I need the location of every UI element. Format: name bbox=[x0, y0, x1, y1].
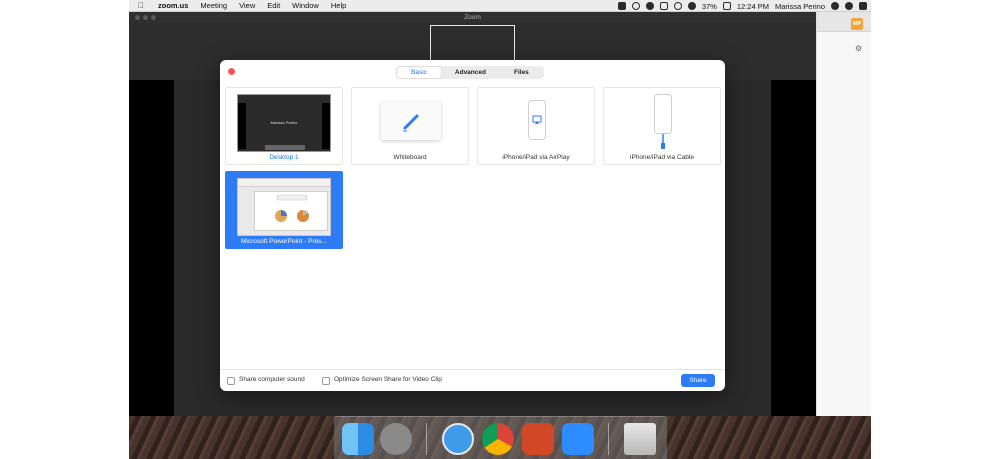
trash-icon[interactable] bbox=[624, 423, 656, 455]
close-window-icon[interactable] bbox=[135, 15, 140, 20]
source-label: iPhone/iPad via AirPlay bbox=[502, 154, 570, 161]
chrome-icon[interactable] bbox=[482, 423, 514, 455]
launchpad-icon[interactable] bbox=[380, 423, 412, 455]
thumb-participant-name: Marissa Perino bbox=[270, 120, 298, 125]
apple-menu-icon[interactable]:  bbox=[138, 1, 148, 10]
iphone-airplay-icon bbox=[528, 100, 546, 140]
tab-basic[interactable]: Basic bbox=[397, 67, 441, 78]
user-name[interactable]: Marissa Perino bbox=[775, 2, 825, 11]
thumb-letterbox-right bbox=[322, 103, 330, 149]
source-label: Desktop 1 bbox=[269, 154, 299, 161]
tab-advanced[interactable]: Advanced bbox=[441, 67, 500, 78]
share-screen-dialog: Basic Advanced Files Marissa Perino Desk… bbox=[220, 60, 725, 391]
spotlight-icon[interactable] bbox=[831, 2, 839, 10]
dialog-footer: Share computer sound Optimize Screen Sha… bbox=[220, 369, 725, 391]
browser-toolbar: MP bbox=[817, 12, 871, 32]
clock[interactable]: 12:24 PM bbox=[737, 2, 769, 11]
source-cable[interactable]: iPhone/iPad via Cable bbox=[603, 87, 721, 165]
wifi-icon[interactable] bbox=[673, 2, 682, 10]
zoom-main-window: Zoom Basic Advanced Files Marissa Perino bbox=[129, 12, 816, 416]
powerpoint-icon[interactable] bbox=[522, 423, 554, 455]
menu-edit[interactable]: Edit bbox=[267, 1, 280, 10]
siri-icon[interactable] bbox=[845, 2, 853, 10]
thumb-letterbox-left bbox=[238, 103, 246, 149]
source-desktop-1[interactable]: Marissa Perino Desktop 1 bbox=[225, 87, 343, 165]
menu-meeting[interactable]: Meeting bbox=[200, 1, 227, 10]
zoom-tray-icon[interactable] bbox=[617, 2, 626, 10]
pie-chart-thumbnail bbox=[275, 194, 309, 222]
tab-files[interactable]: Files bbox=[500, 67, 543, 78]
optimize-video-checkbox[interactable] bbox=[322, 377, 330, 385]
battery-percent: 37% bbox=[701, 1, 717, 11]
source-whiteboard[interactable]: Whiteboard bbox=[351, 87, 469, 165]
zoom-titlebar: Zoom bbox=[129, 12, 816, 23]
share-sound-label[interactable]: Share computer sound bbox=[239, 376, 305, 383]
volume-icon[interactable] bbox=[687, 2, 696, 10]
zoom-window-icon[interactable] bbox=[151, 15, 156, 20]
thumb-dock bbox=[265, 145, 305, 150]
window-controls bbox=[135, 15, 156, 20]
airplay-icon bbox=[532, 115, 542, 124]
minimize-window-icon[interactable] bbox=[143, 15, 148, 20]
thumb-slide bbox=[254, 191, 328, 231]
desktop-thumbnail: Marissa Perino bbox=[237, 94, 331, 152]
source-label: iPhone/iPad via Cable bbox=[630, 154, 694, 161]
source-label: Microsoft PowerPoint - Pres... bbox=[241, 238, 327, 245]
source-label: Whiteboard bbox=[393, 154, 427, 161]
bluetooth-icon[interactable] bbox=[645, 2, 654, 10]
share-sound-checkbox[interactable] bbox=[227, 377, 235, 385]
menu-window[interactable]: Window bbox=[292, 1, 319, 10]
whiteboard-card bbox=[381, 102, 441, 140]
menu-extras: 37% 12:24 PM Marissa Perino bbox=[617, 0, 867, 12]
mac-menu-bar:  zoom.us Meeting View Edit Window Help … bbox=[129, 0, 871, 12]
letterbox-right bbox=[771, 80, 816, 416]
dock bbox=[334, 416, 667, 459]
battery-icon[interactable] bbox=[722, 2, 731, 10]
profile-avatar[interactable]: MP bbox=[851, 18, 863, 30]
menu-help[interactable]: Help bbox=[331, 1, 346, 10]
dock-separator bbox=[608, 423, 609, 455]
letterbox-left bbox=[129, 80, 174, 416]
source-airplay[interactable]: iPhone/iPad via AirPlay bbox=[477, 87, 595, 165]
sync-icon[interactable] bbox=[631, 2, 640, 10]
pen-icon bbox=[403, 114, 419, 132]
finder-icon[interactable] bbox=[342, 423, 374, 455]
airplay-icon[interactable] bbox=[659, 2, 668, 10]
notification-center-icon[interactable] bbox=[859, 2, 867, 10]
source-powerpoint[interactable]: Microsoft PowerPoint - Pres... bbox=[225, 171, 343, 249]
share-button[interactable]: Share bbox=[681, 374, 715, 387]
participant-video-box[interactable] bbox=[430, 25, 515, 65]
close-dialog-icon[interactable] bbox=[228, 68, 235, 75]
zoom-window-title: Zoom bbox=[464, 14, 481, 21]
optimize-video-label[interactable]: Optimize Screen Share for Video Clip bbox=[334, 376, 442, 383]
safari-icon[interactable] bbox=[442, 423, 474, 455]
powerpoint-thumbnail bbox=[237, 178, 331, 236]
zoom-icon[interactable] bbox=[562, 423, 594, 455]
iphone-cable-icon bbox=[654, 94, 672, 134]
share-tabs: Basic Advanced Files bbox=[396, 66, 544, 79]
thumb-ribbon bbox=[238, 179, 330, 187]
dock-separator bbox=[426, 423, 427, 455]
cable-icon bbox=[661, 134, 665, 149]
desktop-wallpaper bbox=[129, 416, 871, 459]
screen:  zoom.us Meeting View Edit Window Help … bbox=[129, 0, 871, 459]
gear-icon[interactable]: ⚙ bbox=[855, 44, 862, 53]
menu-view[interactable]: View bbox=[239, 1, 255, 10]
browser-window-edge: MP ⚙ bbox=[816, 12, 871, 416]
menu-app-name[interactable]: zoom.us bbox=[158, 1, 188, 10]
